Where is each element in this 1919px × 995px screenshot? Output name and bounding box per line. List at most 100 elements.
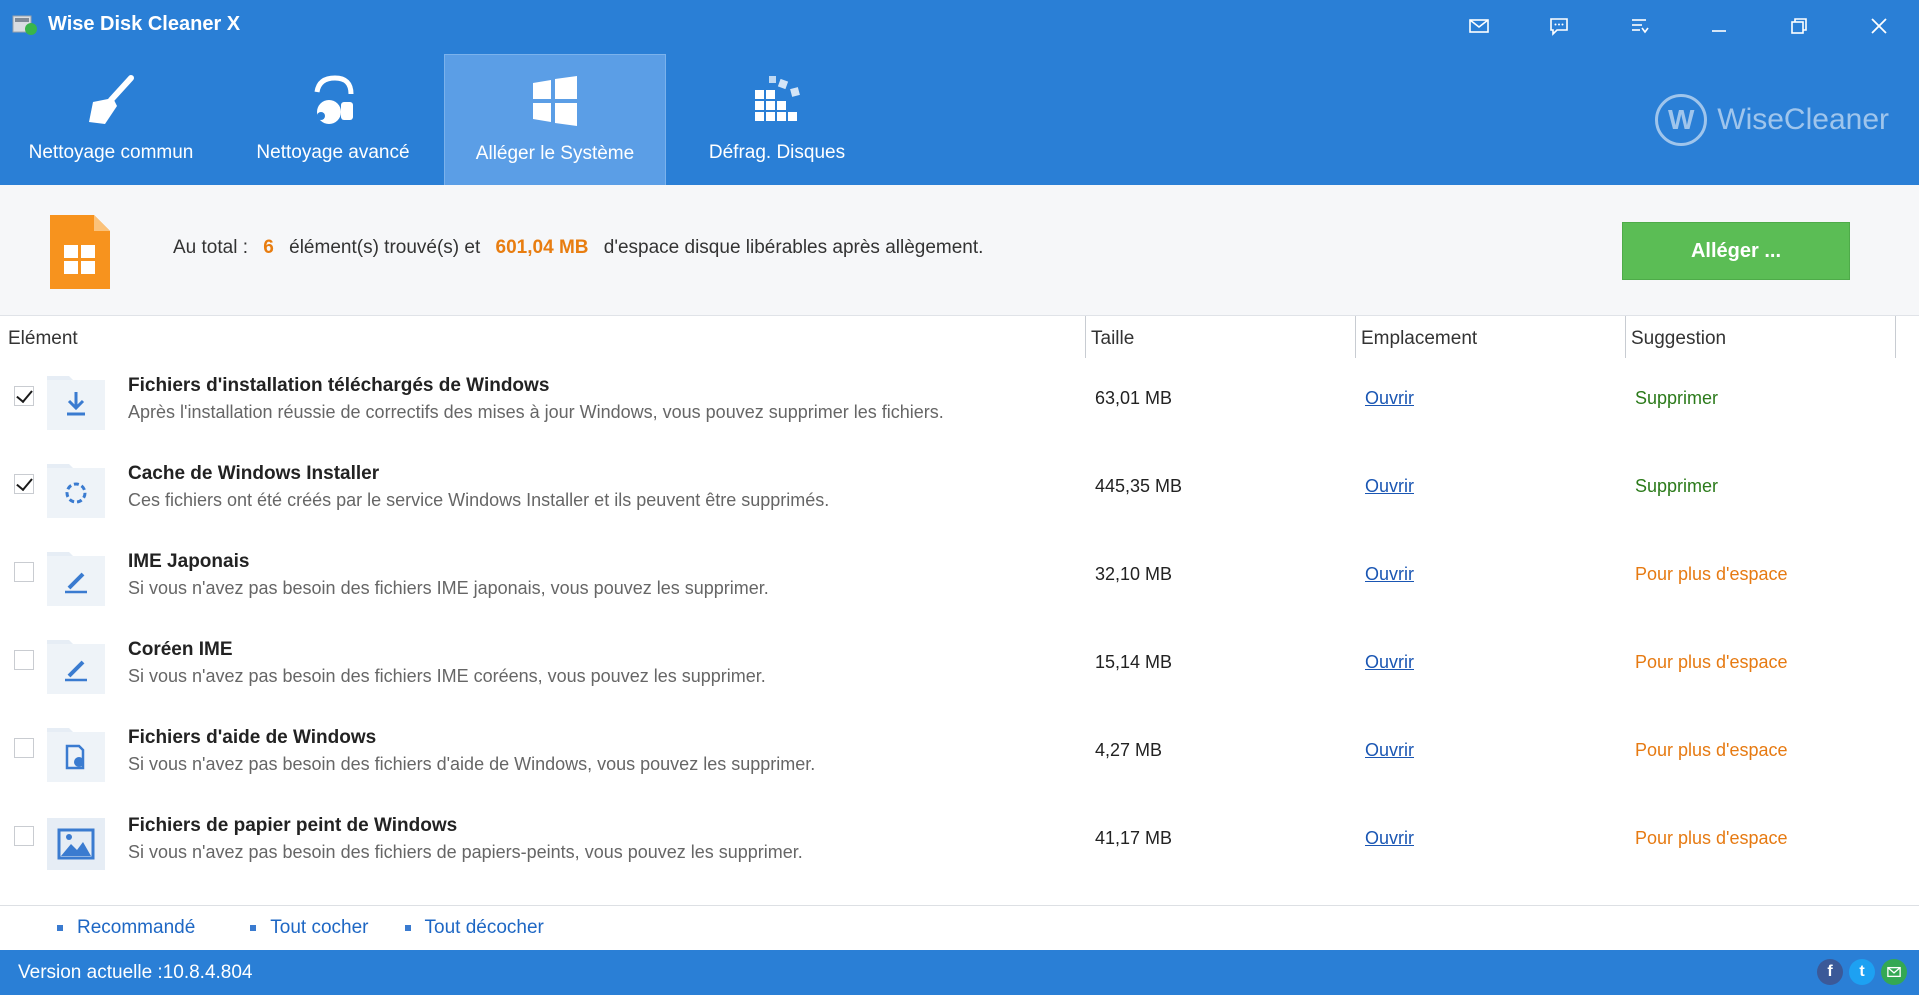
row-checkbox[interactable]	[14, 474, 34, 494]
row-checkbox[interactable]	[14, 562, 34, 582]
open-location-link[interactable]: Ouvrir	[1365, 740, 1414, 761]
mail-icon[interactable]	[1439, 0, 1519, 52]
facebook-icon[interactable]: f	[1817, 959, 1843, 985]
pen-icon	[45, 634, 107, 696]
app-logo-icon	[12, 12, 38, 36]
header-location[interactable]: Emplacement	[1361, 328, 1477, 350]
row-description: Si vous n'avez pas besoin des fichiers d…	[128, 842, 803, 862]
tab-label: Nettoyage avancé	[256, 142, 410, 163]
pen-icon	[45, 546, 107, 608]
installer-icon	[45, 458, 107, 520]
row-size: 41,17 MB	[1095, 828, 1173, 848]
table-row[interactable]: Coréen IME Si vous n'avez pas besoin des…	[0, 624, 1919, 712]
summary-suffix: d'espace disque libérables après allègem…	[603, 237, 984, 258]
items-count: 6	[263, 237, 274, 258]
open-location-link[interactable]: Ouvrir	[1365, 828, 1414, 849]
row-suggestion: Pour plus d'espace	[1635, 652, 1788, 672]
restore-icon[interactable]	[1759, 0, 1839, 52]
table-row[interactable]: Fichiers d'aide de Windows Si vous n'ave…	[0, 712, 1919, 800]
row-title: IME Japonais	[128, 551, 250, 572]
row-description: Après l'installation réussie de correcti…	[128, 402, 944, 422]
windows-icon	[527, 73, 583, 129]
bullet-icon	[57, 925, 63, 931]
summary-prefix: Au total :	[173, 237, 248, 258]
row-size: 4,27 MB	[1095, 740, 1163, 760]
main-tabs: Nettoyage commun Nettoyage avancé Allége…	[0, 54, 888, 185]
footer-links: Recommandé Tout cocher Tout décocher	[0, 905, 1919, 950]
row-suggestion: Pour plus d'espace	[1635, 740, 1788, 760]
app-title-text: Wise Disk Cleaner X	[48, 12, 241, 35]
open-location-link[interactable]: Ouvrir	[1365, 564, 1414, 585]
header-element[interactable]: Elément	[8, 328, 78, 350]
total-size: 601,04 MB	[495, 237, 589, 258]
row-title: Coréen IME	[128, 639, 233, 660]
row-title: Cache de Windows Installer	[128, 463, 380, 484]
row-checkbox[interactable]	[14, 738, 34, 758]
app-title: Wise Disk Cleaner X	[12, 12, 240, 36]
header-size[interactable]: Taille	[1091, 328, 1134, 350]
close-icon[interactable]	[1839, 0, 1919, 52]
status-bar: Version actuelle :10.8.4.804 f t	[0, 950, 1919, 995]
table-row[interactable]: Cache de Windows Installer Ces fichiers …	[0, 448, 1919, 536]
link-label: Tout cocher	[270, 917, 369, 938]
window-controls	[1439, 0, 1919, 52]
email-icon[interactable]	[1881, 959, 1907, 985]
row-size: 445,35 MB	[1095, 476, 1183, 496]
brand-name: WiseCleaner	[1717, 103, 1889, 136]
broom-icon	[83, 72, 139, 128]
wisecleaner-brand[interactable]: W WiseCleaner	[1655, 94, 1889, 146]
defrag-icon	[749, 72, 805, 128]
alleger-button[interactable]: Alléger ...	[1622, 222, 1850, 280]
social-links: f t	[1811, 959, 1907, 985]
table-row[interactable]: IME Japonais Si vous n'avez pas besoin d…	[0, 536, 1919, 624]
row-size: 15,14 MB	[1095, 652, 1173, 672]
row-size: 32,10 MB	[1095, 564, 1173, 584]
uncheck-all-link[interactable]: Tout décocher	[404, 917, 544, 939]
tab-nettoyage-commun[interactable]: Nettoyage commun	[0, 54, 222, 185]
row-checkbox[interactable]	[14, 826, 34, 846]
menu-icon[interactable]	[1599, 0, 1679, 52]
bullet-icon	[404, 925, 411, 931]
check-all-link[interactable]: Tout cocher	[250, 917, 369, 939]
open-location-link[interactable]: Ouvrir	[1365, 388, 1414, 409]
version-text: Version actuelle :10.8.4.804	[18, 962, 253, 983]
open-location-link[interactable]: Ouvrir	[1365, 476, 1414, 497]
summary-text: Au total : 6 élément(s) trouvé(s) et 601…	[173, 237, 983, 259]
open-location-link[interactable]: Ouvrir	[1365, 652, 1414, 673]
feedback-icon[interactable]	[1519, 0, 1599, 52]
help-file-icon	[45, 722, 107, 784]
vacuum-icon	[305, 72, 361, 128]
row-checkbox[interactable]	[14, 386, 34, 406]
tab-defrag-disques[interactable]: Défrag. Disques	[666, 54, 888, 185]
column-divider	[1085, 316, 1086, 358]
table-header: Elément Taille Emplacement Suggestion	[0, 316, 1919, 360]
header-suggestion[interactable]: Suggestion	[1631, 328, 1726, 350]
recommended-link[interactable]: Recommandé	[57, 917, 195, 939]
system-file-icon	[50, 215, 110, 289]
row-size: 63,01 MB	[1095, 388, 1173, 408]
row-suggestion: Supprimer	[1635, 388, 1719, 408]
table-row[interactable]: Fichiers d'installation téléchargés de W…	[0, 360, 1919, 448]
app-header: Wise Disk Cleaner X Nettoyage commun Net…	[0, 0, 1919, 185]
row-description: Si vous n'avez pas besoin des fichiers I…	[128, 578, 769, 598]
row-title: Fichiers d'aide de Windows	[128, 727, 377, 748]
column-divider	[1895, 316, 1896, 358]
table-row[interactable]: Fichiers de papier peint de Windows Si v…	[0, 800, 1919, 888]
tab-alleger-systeme[interactable]: Alléger le Système	[444, 54, 666, 185]
link-label: Tout décocher	[424, 917, 544, 938]
row-suggestion: Pour plus d'espace	[1635, 828, 1788, 848]
row-title: Fichiers d'installation téléchargés de W…	[128, 375, 550, 396]
tab-label: Nettoyage commun	[28, 142, 194, 163]
download-icon	[45, 370, 107, 432]
row-title: Fichiers de papier peint de Windows	[128, 815, 458, 836]
tab-label: Défrag. Disques	[708, 142, 846, 163]
twitter-icon[interactable]: t	[1849, 959, 1875, 985]
row-description: Si vous n'avez pas besoin des fichiers I…	[128, 666, 766, 686]
summary-panel: Au total : 6 élément(s) trouvé(s) et 601…	[0, 185, 1919, 316]
column-divider	[1355, 316, 1356, 358]
minimize-icon[interactable]	[1679, 0, 1759, 52]
bullet-icon	[250, 925, 257, 931]
tab-nettoyage-avance[interactable]: Nettoyage avancé	[222, 54, 444, 185]
row-checkbox[interactable]	[14, 650, 34, 670]
wallpaper-icon	[45, 810, 107, 872]
